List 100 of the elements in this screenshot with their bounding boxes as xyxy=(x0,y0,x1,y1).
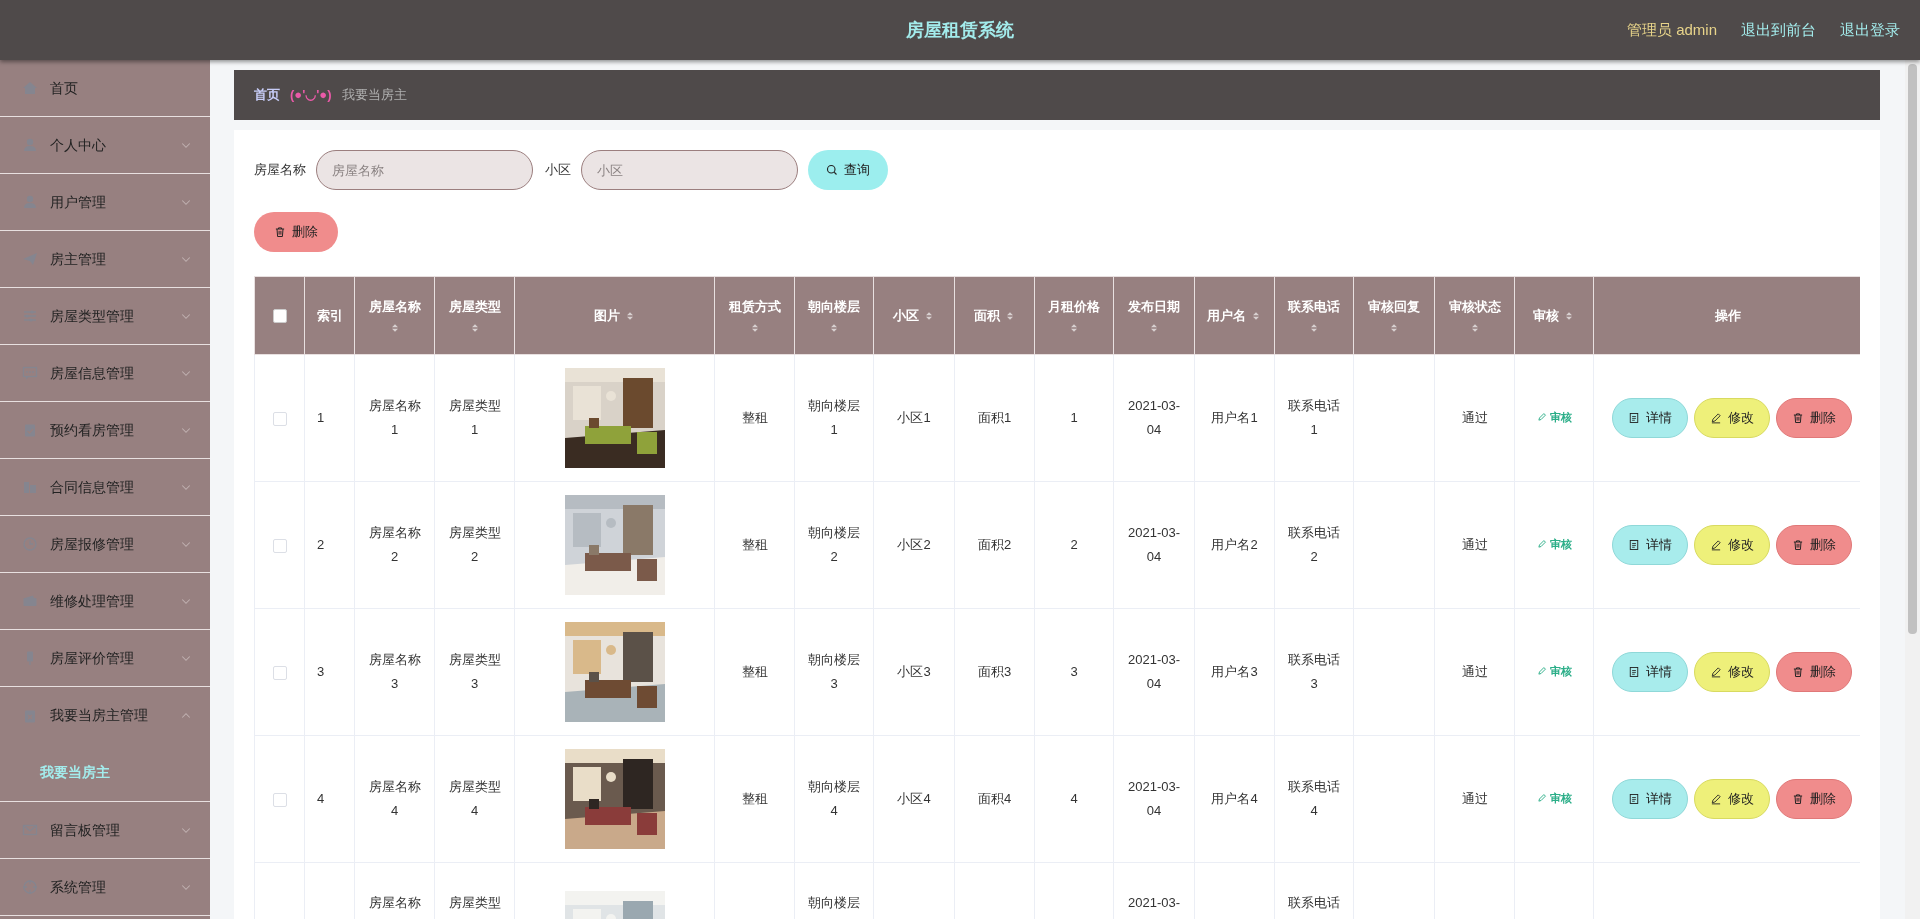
table-cell: 小区3 xyxy=(897,664,931,679)
column-header[interactable]: 面积 xyxy=(954,276,1035,355)
delete-button[interactable]: 删除 xyxy=(1776,525,1852,565)
table-cell: 朝向楼层4 xyxy=(808,779,860,818)
document-icon xyxy=(1628,412,1640,424)
field-label: 房屋名称 xyxy=(254,161,306,180)
column-header[interactable]: 房屋名称 xyxy=(354,276,435,355)
table-cell: 房屋类型3 xyxy=(448,652,501,691)
delete-button[interactable]: 删除 xyxy=(1776,652,1852,692)
document-icon xyxy=(1628,539,1640,551)
column-header[interactable]: 图片 xyxy=(514,276,715,355)
search-field[interactable]: 小区 xyxy=(581,150,798,190)
sidebar-item[interactable]: 首页 xyxy=(0,60,210,117)
table-cell: 联系电话3 xyxy=(1288,652,1340,691)
table-cell: 整租 xyxy=(741,664,768,679)
sidebar-item[interactable]: 房屋类型管理 xyxy=(0,288,210,345)
column-header[interactable]: 租赁方式 xyxy=(714,276,795,355)
table-cell: 联系电话 xyxy=(1288,895,1340,910)
column-header[interactable]: 小区 xyxy=(873,276,955,355)
table-cell: 2021-03-04 xyxy=(1127,398,1180,437)
review-link[interactable]: 审核 xyxy=(1536,790,1572,807)
table-cell: 3 xyxy=(1070,664,1078,679)
row-checkbox[interactable] xyxy=(272,665,287,680)
trash-icon xyxy=(1792,793,1804,805)
sidebar-subitem[interactable]: 我要当房主 xyxy=(0,744,210,801)
row-checkbox[interactable] xyxy=(272,792,287,807)
details-button[interactable]: 详情 xyxy=(1612,652,1688,692)
details-button[interactable]: 详情 xyxy=(1612,525,1688,565)
table-cell: 房屋名称3 xyxy=(368,652,421,691)
header-link[interactable]: 退出到前台 xyxy=(1741,18,1816,42)
table-cell: 房屋名称1 xyxy=(368,398,421,437)
table-cell: 通过 xyxy=(1461,791,1488,806)
search-field[interactable]: 房屋名称 xyxy=(316,150,533,190)
column-header[interactable]: 用户名 xyxy=(1194,276,1275,355)
details-button[interactable]: 详情 xyxy=(1612,779,1688,819)
table-cell: 1 xyxy=(1070,410,1078,425)
table-cell: 1 xyxy=(317,410,325,425)
table-cell: 用户名3 xyxy=(1211,664,1258,679)
sidebar-item[interactable]: 房屋信息管理 xyxy=(0,345,210,402)
review-link[interactable]: 审核 xyxy=(1536,663,1572,680)
table-cell: 联系电话2 xyxy=(1288,525,1340,564)
sidebar-item[interactable]: 房屋评价管理 xyxy=(0,630,210,687)
pencil-icon xyxy=(1710,793,1722,805)
trash-icon xyxy=(1792,412,1804,424)
column-header: 索引 xyxy=(304,276,355,355)
header-link[interactable]: 退出登录 xyxy=(1840,18,1900,42)
table-cell: 2 xyxy=(317,537,325,552)
sidebar-item[interactable]: 系统管理 xyxy=(0,859,210,916)
table-cell: 通过 xyxy=(1461,410,1488,425)
review-link[interactable]: 审核 xyxy=(1536,409,1572,426)
column-header[interactable]: 房屋类型 xyxy=(434,276,515,355)
row-checkbox[interactable] xyxy=(272,538,287,553)
pencil-icon xyxy=(1536,412,1547,423)
table-cell: 联系电话4 xyxy=(1288,779,1340,818)
sidebar-item[interactable]: 我要当房主管理 xyxy=(0,687,210,744)
sidebar-item[interactable]: 房屋报修管理 xyxy=(0,516,210,573)
edit-button[interactable]: 修改 xyxy=(1694,779,1770,819)
edit-button[interactable]: 修改 xyxy=(1694,398,1770,438)
scrollbar[interactable] xyxy=(1905,60,1920,919)
table-cell: 朝向楼层1 xyxy=(808,398,860,437)
search-button[interactable]: 查询 xyxy=(808,150,888,190)
sidebar-item[interactable]: 留言板管理 xyxy=(0,802,210,859)
table-cell: 朝向楼层3 xyxy=(808,652,860,691)
column-header[interactable]: 审核回复 xyxy=(1353,276,1435,355)
delete-button[interactable]: 删除 xyxy=(254,212,338,252)
column-header: 操作 xyxy=(1593,276,1860,355)
table-cell: 2021-03-04 xyxy=(1127,652,1180,691)
admin-label: 管理员 admin xyxy=(1626,19,1717,40)
column-header[interactable]: 联系电话 xyxy=(1274,276,1354,355)
sidebar-item[interactable]: 合同信息管理 xyxy=(0,459,210,516)
details-button[interactable]: 详情 xyxy=(1612,398,1688,438)
breadcrumb-separator: (●'◡'●) xyxy=(290,86,332,105)
column-header[interactable]: 发布日期 xyxy=(1113,276,1195,355)
pencil-icon xyxy=(1710,412,1722,424)
edit-button[interactable]: 修改 xyxy=(1694,652,1770,692)
table-cell: 房屋类型4 xyxy=(448,779,501,818)
document-icon xyxy=(1628,793,1640,805)
table-cell: 房屋类型 xyxy=(448,895,501,910)
column-header[interactable]: 月租价格 xyxy=(1034,276,1114,355)
delete-button[interactable]: 删除 xyxy=(1776,398,1852,438)
sidebar-item[interactable]: 维修处理管理 xyxy=(0,573,210,630)
column-header[interactable]: 审核状态 xyxy=(1434,276,1515,355)
column-header[interactable]: 审核 xyxy=(1514,276,1594,355)
column-header[interactable]: 朝向楼层 xyxy=(794,276,874,355)
trash-icon xyxy=(1792,666,1804,678)
select-all-checkbox[interactable] xyxy=(272,309,287,324)
table-cell: 朝向楼层 xyxy=(808,895,860,910)
table-cell: 面积4 xyxy=(977,791,1012,806)
sidebar-item[interactable]: 用户管理 xyxy=(0,174,210,231)
review-link[interactable]: 审核 xyxy=(1536,536,1572,553)
row-checkbox[interactable] xyxy=(272,411,287,426)
delete-button[interactable]: 删除 xyxy=(1776,779,1852,819)
table-cell: 小区4 xyxy=(897,791,931,806)
sidebar-item[interactable]: 个人中心 xyxy=(0,117,210,174)
sidebar-item[interactable]: 房主管理 xyxy=(0,231,210,288)
table-cell: 整租 xyxy=(741,537,768,552)
sidebar-item[interactable]: 预约看房管理 xyxy=(0,402,210,459)
table-cell: 房屋名称4 xyxy=(368,779,421,818)
breadcrumb-link[interactable]: 首页 xyxy=(254,85,280,105)
edit-button[interactable]: 修改 xyxy=(1694,525,1770,565)
